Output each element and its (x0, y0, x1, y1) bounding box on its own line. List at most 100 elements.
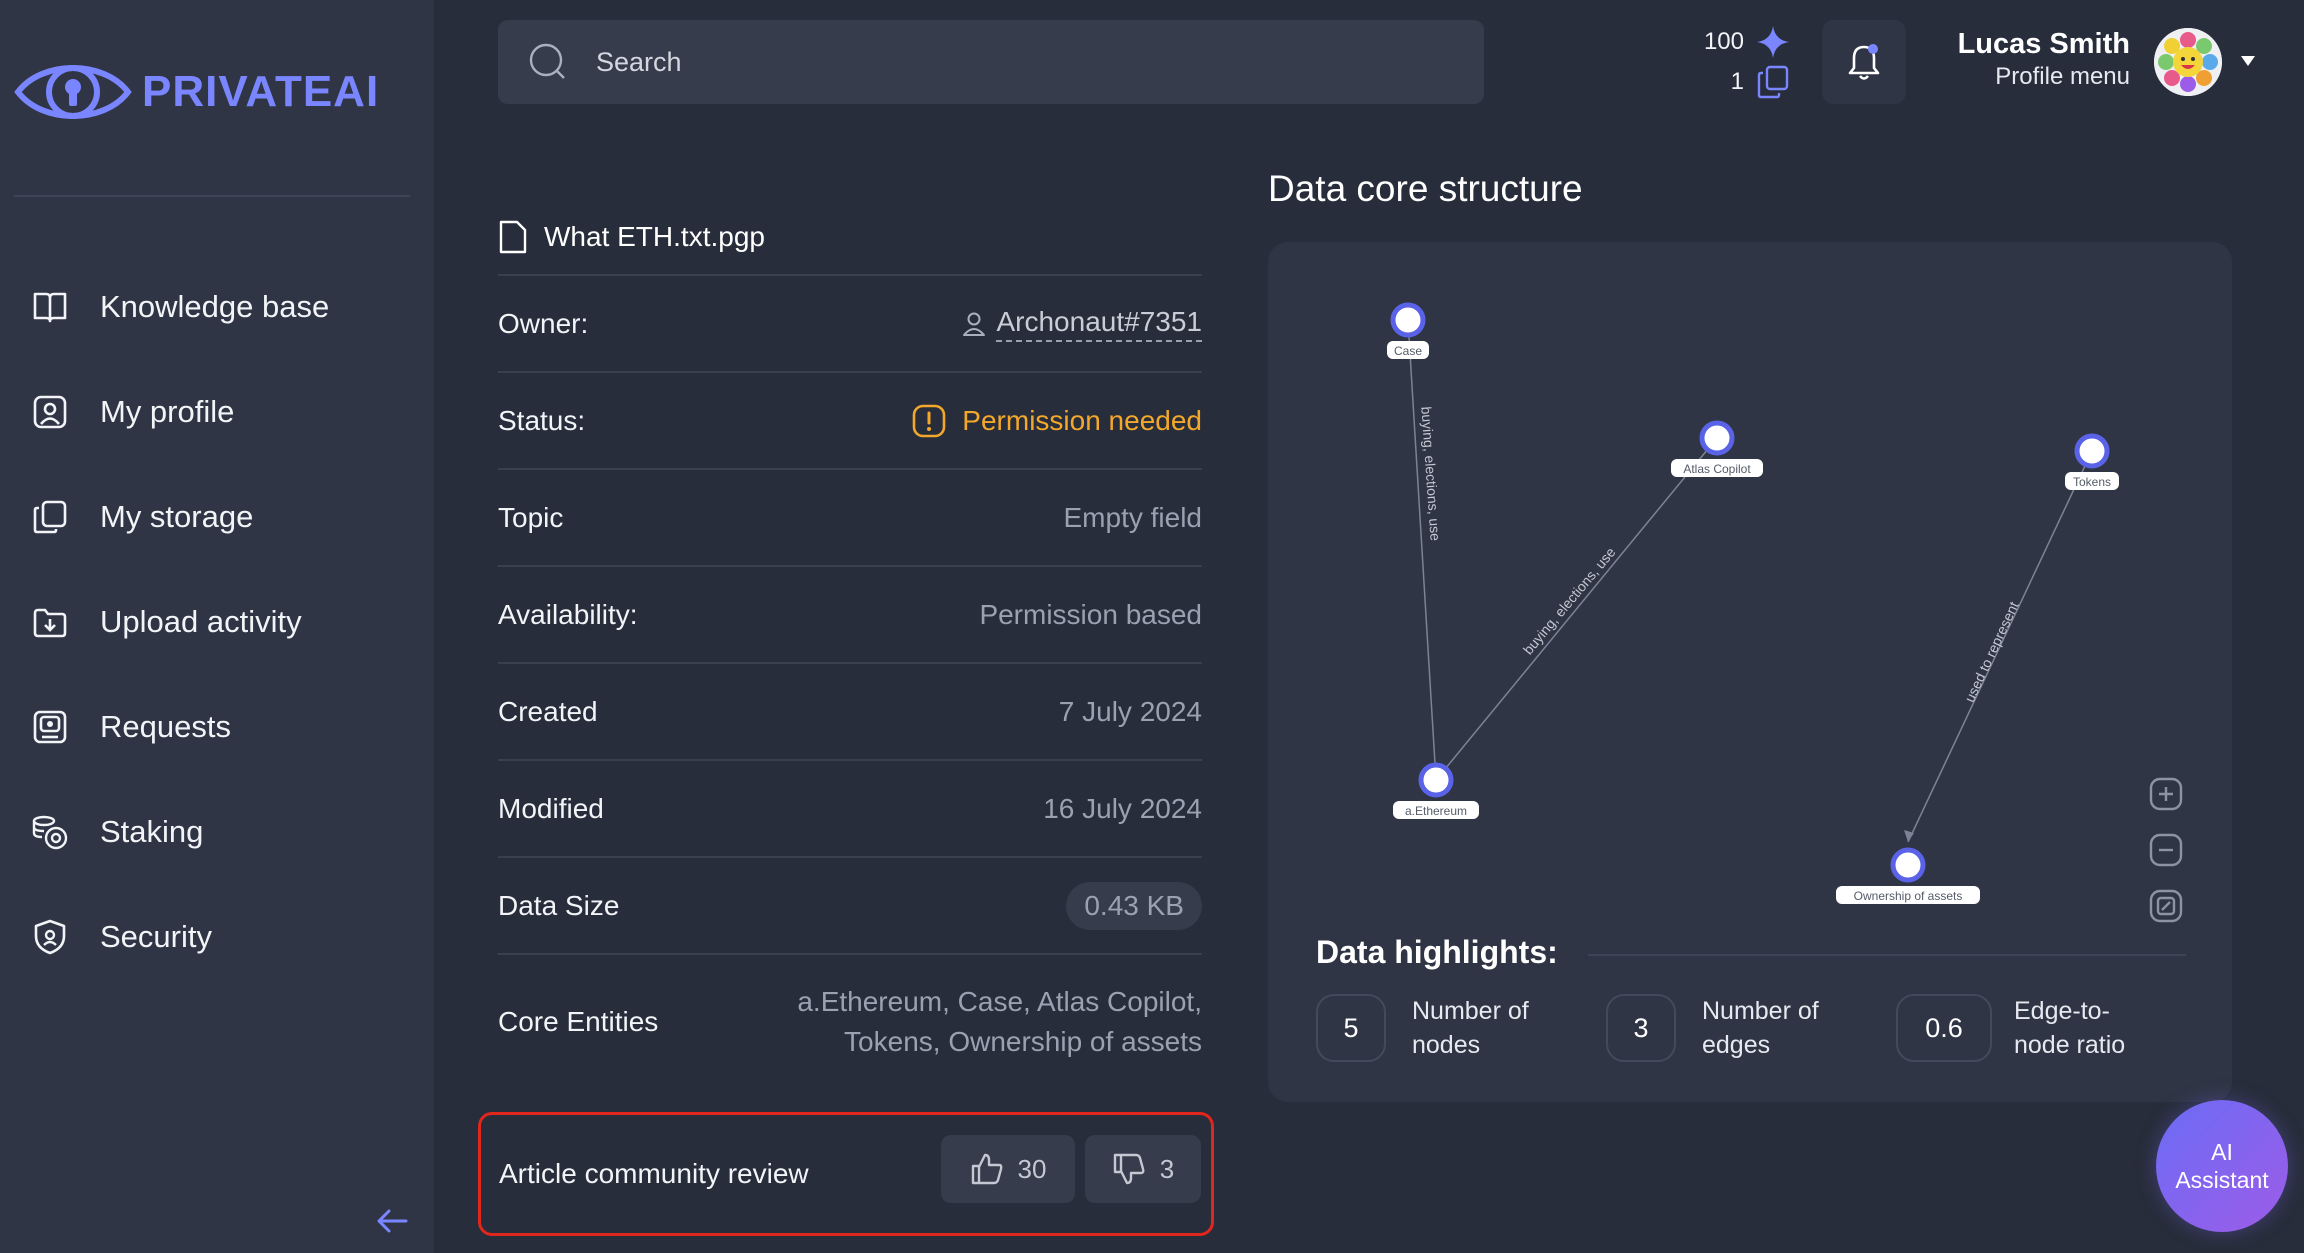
owner-value: Archonaut#7351 (962, 306, 1202, 342)
ai-assistant-label: AI Assistant (2175, 1138, 2268, 1194)
eye-logo-icon (14, 65, 132, 119)
sidebar: PRIVATEAI Knowledge base My profile My s… (0, 0, 434, 1253)
created-value: 7 July 2024 (1058, 695, 1202, 727)
graph-edge (1407, 319, 1437, 781)
stat-edges-value: 3 (1606, 994, 1676, 1062)
status-text: Permission needed (962, 404, 1202, 436)
sparkle-icon (1757, 26, 1789, 58)
data-size-label: Data Size (498, 889, 620, 921)
file-title: What ETH.txt.pgp (498, 200, 1202, 274)
search-icon (529, 43, 565, 79)
community-review-box: Article community review 30 3 (478, 1112, 1214, 1236)
graph-node-ownership-of-assets: Ownership of assets (1836, 847, 1980, 904)
stat-ratio-label: Edge-to- node ratio (2014, 994, 2154, 1062)
graph-node-atlas-copilot: Atlas Copilot (1671, 420, 1763, 477)
user-menu[interactable]: Lucas Smith Profile menu (1940, 28, 2130, 91)
zoom-out-icon[interactable] (2148, 832, 2184, 868)
sidebar-item-knowledge-base[interactable]: Knowledge base (30, 254, 329, 359)
sidebar-item-label: My storage (100, 498, 254, 534)
sidebar-item-label: Upload activity (100, 603, 302, 639)
sidebar-item-requests[interactable]: Requests (30, 674, 329, 779)
coins-icon (30, 812, 70, 852)
sidebar-item-label: Requests (100, 708, 231, 744)
sidebar-divider (14, 195, 410, 197)
flower-avatar-icon (2154, 28, 2222, 96)
graph-node-tokens: Tokens (2065, 433, 2119, 490)
warning-icon (912, 404, 946, 437)
sidebar-item-staking[interactable]: Staking (30, 779, 329, 884)
sidebar-item-label: My profile (100, 393, 235, 429)
documents-icon (1757, 65, 1789, 99)
data-highlights-divider (1588, 954, 2186, 956)
node-label: Ownership of assets (1854, 889, 1963, 903)
core-entities-row: Core Entities a.Ethereum, Case, Atlas Co… (498, 953, 1202, 1089)
stat-nodes-label: Number of nodes (1412, 994, 1552, 1062)
documents-value: 1 (1730, 68, 1744, 95)
modified-row: Modified 16 July 2024 (498, 759, 1202, 856)
sidebar-item-my-profile[interactable]: My profile (30, 359, 329, 464)
stat-ratio-value: 0.6 (1896, 994, 1992, 1062)
thumbs-up-icon (971, 1153, 1002, 1185)
stat-ratio-label-line-2: node ratio (2014, 1031, 2126, 1059)
core-entities-label: Core Entities (498, 1006, 659, 1037)
owner-link[interactable]: Archonaut#7351 (996, 306, 1202, 342)
owner-row: Owner: Archonaut#7351 (498, 274, 1202, 371)
knowledge-graph[interactable]: buying, elections, use buying, elections… (1268, 242, 2232, 922)
sidebar-item-label: Staking (100, 813, 204, 849)
core-entities-value: a.Ethereum, Case, Atlas Copilot, Tokens,… (797, 982, 1202, 1062)
sidebar-nav: Knowledge base My profile My storage Upl… (30, 254, 329, 989)
graph-title: Data core structure (1268, 168, 1583, 209)
sidebar-item-security[interactable]: Security (30, 884, 329, 989)
status-value: Permission needed (912, 404, 1202, 438)
dislike-count: 3 (1159, 1153, 1175, 1184)
sidebar-item-upload-activity[interactable]: Upload activity (30, 569, 329, 674)
node-label: Case (1394, 344, 1422, 358)
topic-row: Topic Empty field (498, 468, 1202, 565)
stat-edges-label: Number of edges (1702, 994, 1842, 1062)
arrow-left-icon[interactable] (374, 1206, 410, 1236)
graph-node-case: Case (1387, 302, 1429, 359)
brand-name: PRIVATEAI (142, 67, 380, 116)
graph-edge (1435, 437, 1718, 781)
stat-nodes-label-line-2: nodes (1412, 1031, 1481, 1059)
notifications-button[interactable] (1822, 20, 1906, 104)
fit-view-icon[interactable] (2148, 888, 2184, 924)
thumbs-down-icon (1113, 1153, 1145, 1185)
modified-label: Modified (498, 792, 604, 824)
shield-icon (30, 917, 70, 957)
edge-label: buying, elections, use (1520, 544, 1619, 658)
dislike-button[interactable]: 3 (1085, 1135, 1201, 1203)
credits-counter: 100 (1690, 22, 1790, 62)
created-label: Created (498, 695, 598, 727)
file-name: What ETH.txt.pgp (544, 221, 765, 252)
stat-edges-label-line-1: Number of (1702, 997, 1819, 1025)
profile-menu-label: Profile menu (1995, 63, 2130, 90)
edge-label: buying, elections, use (1418, 406, 1443, 542)
logo[interactable]: PRIVATEAI (14, 56, 379, 128)
chevron-down-icon[interactable] (2240, 54, 2256, 68)
balance-counters: 100 1 (1690, 22, 1790, 102)
file-icon (499, 220, 527, 254)
sidebar-item-label: Knowledge base (100, 288, 330, 324)
graph-panel: buying, elections, use buying, elections… (1268, 242, 2232, 1102)
core-entities-line-2: Tokens, Ownership of assets (844, 1026, 1202, 1057)
owner-label: Owner: (498, 307, 589, 339)
avatar[interactable] (2154, 28, 2222, 96)
topic-label: Topic (498, 501, 564, 533)
bell-icon (1848, 44, 1880, 80)
ai-assistant-button[interactable]: AI Assistant (2156, 1100, 2288, 1232)
search-bar[interactable]: Search (498, 20, 1484, 104)
like-button[interactable]: 30 (941, 1135, 1075, 1203)
edge-label: used to represent (1961, 599, 2022, 705)
availability-label: Availability: (498, 598, 638, 630)
node-label: Atlas Copilot (1683, 462, 1751, 476)
community-review-label: Article community review (499, 1158, 809, 1189)
storage-icon (30, 497, 70, 537)
created-row: Created 7 July 2024 (498, 662, 1202, 759)
ai-assistant-line-2: Assistant (2175, 1167, 2269, 1193)
availability-row: Availability: Permission based (498, 565, 1202, 662)
sidebar-item-my-storage[interactable]: My storage (30, 464, 329, 569)
book-icon (30, 287, 70, 327)
zoom-in-icon[interactable] (2148, 776, 2184, 812)
data-highlights-title: Data highlights: (1316, 934, 1558, 970)
